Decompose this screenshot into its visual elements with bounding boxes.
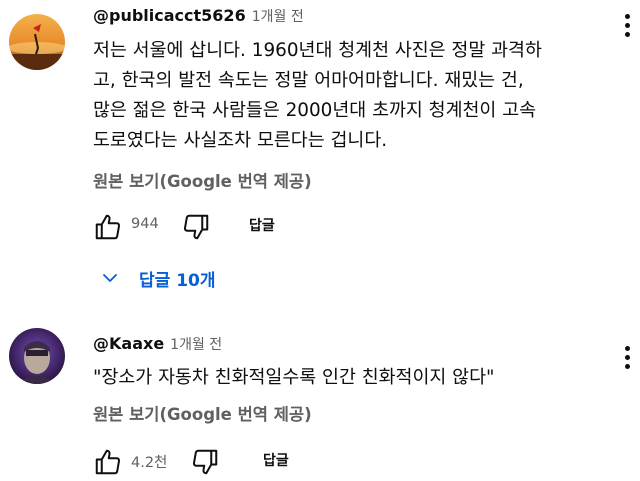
like-icon[interactable] [93, 447, 123, 477]
sunset-avatar-image [9, 14, 65, 70]
more-options-icon[interactable] [624, 346, 630, 374]
see-original-link[interactable]: 원본 보기(Google 번역 제공) [93, 168, 312, 192]
like-icon[interactable] [93, 212, 123, 242]
avatar[interactable] [9, 328, 65, 384]
timestamp[interactable]: 1개월 전 [170, 337, 222, 353]
comment-text: "장소가 자동차 친화적일수록 인간 친화적이지 않다" [93, 364, 494, 394]
chevron-down-icon [103, 274, 117, 282]
reply-button[interactable]: 답글 [249, 215, 275, 235]
avatar[interactable] [9, 14, 65, 70]
like-count: 944 [131, 216, 159, 232]
replies-count-label: 답글 10개 [139, 271, 216, 291]
comment-line: 도로였다는 사실조차 모른다는 겁니다. [93, 130, 388, 151]
timestamp[interactable]: 1개월 전 [252, 9, 304, 25]
comment-line: 저는 서울에 삽니다. 1960년대 청계천 사진은 정말 과격하 [93, 40, 542, 61]
comment-line: 고, 한국의 발전 속도는 정말 어마어마합니다. 재밌는 건, [93, 70, 524, 91]
dislike-icon[interactable] [190, 447, 220, 477]
comment-line: "장소가 자동차 친화적일수록 인간 친화적이지 않다" [93, 367, 495, 388]
dislike-icon[interactable] [181, 212, 211, 242]
comment-line: 많은 젊은 한국 사람들은 2000년대 초까지 청계천이 고속 [93, 100, 537, 121]
like-count: 4.2천 [131, 455, 168, 471]
comment-text: 저는 서울에 삽니다. 1960년대 청계천 사진은 정말 과격하 고, 한국의… [93, 36, 542, 156]
author-name[interactable]: @Kaaxe [93, 334, 164, 353]
reply-button[interactable]: 답글 [263, 450, 289, 470]
more-options-icon[interactable] [624, 14, 630, 42]
comment-actions: 4.2천 답글 [93, 445, 513, 479]
see-original-link[interactable]: 원본 보기(Google 번역 제공) [93, 401, 312, 425]
comment-header: @publicacct5626 1개월 전 [93, 4, 304, 29]
comment-header: @Kaaxe 1개월 전 [93, 332, 222, 357]
portrait-avatar-image [9, 328, 65, 384]
comment-actions: 944 답글 [93, 210, 513, 244]
author-name[interactable]: @publicacct5626 [93, 6, 246, 25]
